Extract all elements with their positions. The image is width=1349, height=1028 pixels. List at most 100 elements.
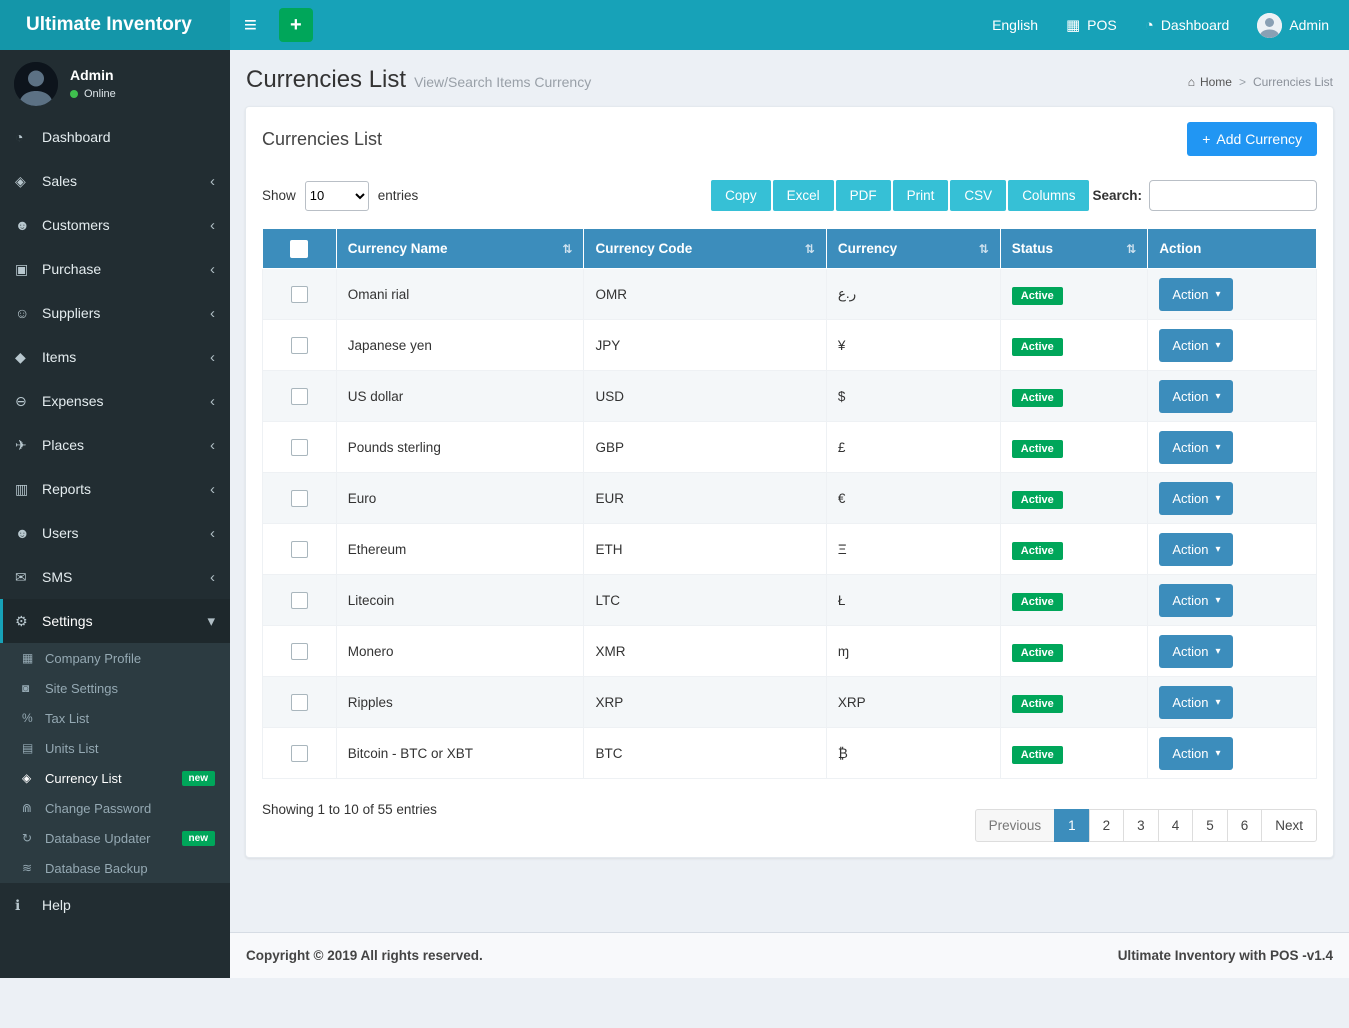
- table-row: Ethereum ETH Ξ Active Action▾: [263, 524, 1317, 575]
- plus-icon: +: [1202, 131, 1210, 147]
- topbar-link-dashboard[interactable]: ◔Dashboard: [1145, 17, 1230, 34]
- action-button[interactable]: Action▾: [1159, 482, 1233, 515]
- row-checkbox[interactable]: [291, 388, 308, 405]
- entries-label: entries: [378, 188, 419, 203]
- gear-icon: ⚙: [15, 613, 42, 630]
- currencies-card: Currencies List + Add Currency Show 10 e…: [245, 106, 1334, 858]
- row-checkbox[interactable]: [291, 439, 308, 456]
- action-button[interactable]: Action▾: [1159, 380, 1233, 413]
- action-button[interactable]: Action▾: [1159, 533, 1233, 566]
- sidebar-item-sms[interactable]: ✉ SMS ‹: [0, 555, 230, 599]
- pagination-page-6[interactable]: 6: [1227, 809, 1263, 842]
- action-button[interactable]: Action▾: [1159, 431, 1233, 464]
- column-header-status[interactable]: Status⇅: [1000, 229, 1148, 269]
- cell-currency-name: Euro: [336, 473, 584, 524]
- sidebar-item-settings[interactable]: ⚙ Settings ▾: [0, 599, 230, 643]
- row-checkbox[interactable]: [291, 643, 308, 660]
- pagination-page-2[interactable]: 2: [1089, 809, 1125, 842]
- users-icon: ☻: [15, 217, 42, 233]
- sidebar-item-expenses[interactable]: ⊖ Expenses ‹: [0, 379, 230, 423]
- sidebar-item-database-backup[interactable]: ≋ Database Backup: [0, 853, 230, 883]
- pagination-page-1[interactable]: 1: [1054, 809, 1090, 842]
- paper-plane-icon: ✈: [15, 437, 42, 454]
- info-icon: ℹ: [15, 897, 42, 914]
- pdf-button[interactable]: PDF: [836, 180, 891, 211]
- topbar-user-menu[interactable]: Admin: [1257, 13, 1329, 38]
- sidebar-item-purchase[interactable]: ▣ Purchase ‹: [0, 247, 230, 291]
- table-row: Bitcoin - BTC or XBT BTC ₿ Active Action…: [263, 728, 1317, 779]
- copy-button[interactable]: Copy: [711, 180, 771, 211]
- table-row: Euro EUR € Active Action▾: [263, 473, 1317, 524]
- table-row: Omani rial OMR ر.ع Active Action▾: [263, 269, 1317, 320]
- action-button[interactable]: Action▾: [1159, 635, 1233, 668]
- cell-currency-name: Ethereum: [336, 524, 584, 575]
- row-checkbox[interactable]: [291, 745, 308, 762]
- cell-currency-symbol: Ξ: [826, 524, 1000, 575]
- sidebar-item-reports[interactable]: ▥ Reports ‹: [0, 467, 230, 511]
- quick-add-button[interactable]: +: [279, 8, 313, 42]
- list-icon: ▤: [22, 741, 45, 755]
- page-length-select[interactable]: 10: [305, 181, 369, 211]
- page-length-control: Show 10 entries: [262, 181, 418, 211]
- action-button[interactable]: Action▾: [1159, 278, 1233, 311]
- row-checkbox[interactable]: [291, 286, 308, 303]
- sidebar-item-customers[interactable]: ☻ Customers ‹: [0, 203, 230, 247]
- topbar-link-english[interactable]: English: [992, 17, 1038, 33]
- sidebar-item-places[interactable]: ✈ Places ‹: [0, 423, 230, 467]
- column-header-currency-name[interactable]: Currency Name⇅: [336, 229, 584, 269]
- breadcrumb-current: Currencies List: [1253, 75, 1333, 89]
- sidebar-item-users[interactable]: ☻ Users ‹: [0, 511, 230, 555]
- breadcrumb: ⌂ Home > Currencies List: [1188, 66, 1333, 89]
- row-checkbox[interactable]: [291, 541, 308, 558]
- pagination-page-4[interactable]: 4: [1158, 809, 1194, 842]
- add-currency-button[interactable]: + Add Currency: [1187, 122, 1317, 156]
- sidebar-item-units-list[interactable]: ▤ Units List: [0, 733, 230, 763]
- column-header-currency[interactable]: Currency⇅: [826, 229, 1000, 269]
- action-button[interactable]: Action▾: [1159, 584, 1233, 617]
- columns-button[interactable]: Columns: [1008, 180, 1089, 211]
- chevron-left-icon: ‹: [210, 569, 215, 586]
- sidebar-item-database-updater[interactable]: ↻ Database Updater new: [0, 823, 230, 853]
- select-all-checkbox[interactable]: [290, 240, 308, 258]
- sidebar-item-dashboard[interactable]: ◔ Dashboard: [0, 115, 230, 159]
- sidebar-item-change-password[interactable]: ⋒ Change Password: [0, 793, 230, 823]
- status-badge: Active: [1012, 440, 1063, 458]
- currencies-table: Currency Name⇅ Currency Code⇅ Currency⇅ …: [262, 228, 1317, 779]
- sidebar-item-help[interactable]: ℹ Help: [0, 883, 230, 927]
- sidebar-item-site-settings[interactable]: ◙ Site Settings: [0, 673, 230, 703]
- sidebar-item-tax-list[interactable]: % Tax List: [0, 703, 230, 733]
- action-button[interactable]: Action▾: [1159, 686, 1233, 719]
- topbar: Ultimate Inventory ≡ + English ▦POS ◔Das…: [0, 0, 1349, 50]
- sidebar-item-currency-list[interactable]: ◈ Currency List new: [0, 763, 230, 793]
- row-checkbox[interactable]: [291, 490, 308, 507]
- status-badge: Active: [1012, 287, 1063, 305]
- cell-currency-code: XMR: [584, 626, 826, 677]
- home-icon: ⌂: [1188, 75, 1195, 89]
- row-checkbox[interactable]: [291, 337, 308, 354]
- pagination-next[interactable]: Next: [1261, 809, 1317, 842]
- menu-toggle-button[interactable]: ≡: [230, 0, 271, 50]
- topbar-link-pos[interactable]: ▦POS: [1066, 16, 1117, 34]
- hamburger-icon: ≡: [244, 12, 257, 37]
- action-button[interactable]: Action▾: [1159, 737, 1233, 770]
- excel-button[interactable]: Excel: [773, 180, 834, 211]
- row-checkbox[interactable]: [291, 592, 308, 609]
- row-checkbox[interactable]: [291, 694, 308, 711]
- search-input[interactable]: [1149, 180, 1317, 211]
- sidebar-item-items[interactable]: ◆ Items ‹: [0, 335, 230, 379]
- column-header-currency-code[interactable]: Currency Code⇅: [584, 229, 826, 269]
- pagination-page-3[interactable]: 3: [1123, 809, 1159, 842]
- pagination-page-5[interactable]: 5: [1192, 809, 1228, 842]
- chevron-left-icon: ‹: [210, 261, 215, 278]
- action-button[interactable]: Action▾: [1159, 329, 1233, 362]
- csv-button[interactable]: CSV: [950, 180, 1006, 211]
- pagination-previous[interactable]: Previous: [975, 809, 1056, 842]
- print-button[interactable]: Print: [893, 180, 949, 211]
- breadcrumb-home[interactable]: ⌂ Home: [1188, 75, 1232, 89]
- sidebar-item-sales[interactable]: ◈ Sales ‹: [0, 159, 230, 203]
- chevron-left-icon: ‹: [210, 393, 215, 410]
- status-badge: Active: [1012, 695, 1063, 713]
- sidebar-item-suppliers[interactable]: ☺ Suppliers ‹: [0, 291, 230, 335]
- cell-currency-name: Litecoin: [336, 575, 584, 626]
- sidebar-item-company-profile[interactable]: ▦ Company Profile: [0, 643, 230, 673]
